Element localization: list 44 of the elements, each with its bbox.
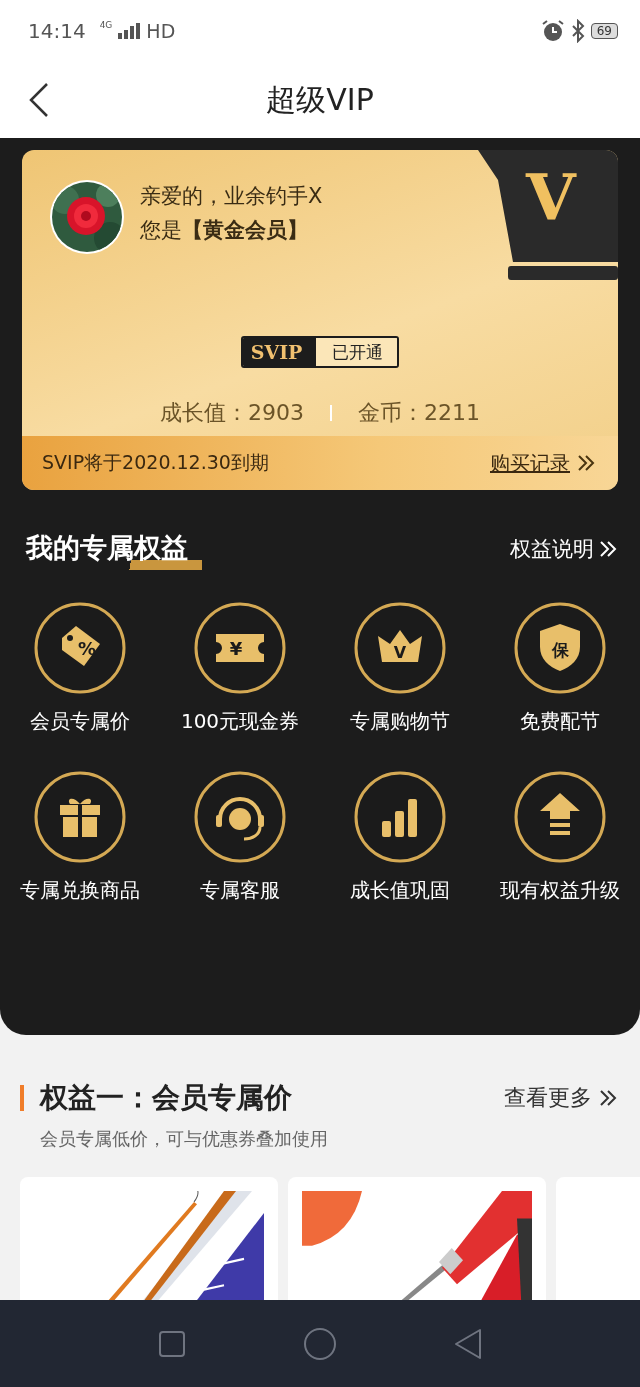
shield-icon[interactable]: 保 bbox=[514, 602, 606, 694]
coupon-icon[interactable]: ¥ bbox=[194, 602, 286, 694]
signal-icon bbox=[118, 23, 141, 39]
section-title: 权益一：会员专属价 bbox=[40, 1080, 292, 1116]
alarm-icon bbox=[540, 19, 565, 43]
benefit-label: 专属客服 bbox=[200, 877, 280, 904]
benefit-label: 会员专属价 bbox=[30, 708, 130, 735]
bars-icon[interactable] bbox=[354, 771, 446, 863]
benefit-label: 专属购物节 bbox=[350, 708, 450, 735]
benefit-label: 成长值巩固 bbox=[350, 877, 450, 904]
percent-icon[interactable]: % bbox=[34, 602, 126, 694]
crown-icon[interactable]: V bbox=[354, 602, 446, 694]
gift-icon[interactable] bbox=[34, 771, 126, 863]
back-icon[interactable] bbox=[28, 82, 50, 118]
see-more-link[interactable]: 查看更多 bbox=[504, 1083, 592, 1113]
product-card[interactable] bbox=[20, 1177, 278, 1300]
greeting-text: 亲爱的，业余钓手X bbox=[140, 183, 323, 210]
benefit-label: 100元现金券 bbox=[180, 708, 300, 735]
member-level-text: 您是【黄金会员】 bbox=[140, 217, 309, 244]
upgrade-icon[interactable] bbox=[514, 771, 606, 863]
double-chevron-icon bbox=[576, 453, 596, 473]
crown-logo: V bbox=[478, 150, 618, 280]
benefit-label: 专属兑换商品 bbox=[20, 877, 140, 904]
double-chevron-icon bbox=[598, 539, 618, 559]
network-label: 4G bbox=[99, 20, 113, 30]
home-icon[interactable] bbox=[303, 1326, 337, 1361]
double-chevron-icon bbox=[598, 1088, 618, 1108]
purchase-history-link[interactable]: 购买记录 bbox=[490, 449, 570, 477]
status-time: 14:14 bbox=[28, 19, 86, 43]
stat-text: 金币：2211 bbox=[358, 399, 480, 427]
product-card[interactable] bbox=[288, 1177, 546, 1300]
expiry-text: SVIP将于2020.12.30到期 bbox=[42, 450, 270, 475]
headset-icon[interactable] bbox=[194, 771, 286, 863]
benefit-label: 现有权益升级 bbox=[500, 877, 620, 904]
stat-text: 成长值：2903 bbox=[160, 399, 304, 427]
battery-icon: 69 bbox=[590, 23, 618, 39]
benefit-label: 免费配节 bbox=[520, 708, 600, 735]
svip-badge: SVIP 已开通 bbox=[240, 336, 400, 368]
section-subtitle: 会员专属低价，可与优惠券叠加使用 bbox=[40, 1127, 329, 1151]
hd-label: HD bbox=[146, 20, 176, 42]
bluetooth-icon bbox=[570, 19, 585, 43]
recent-apps-icon[interactable] bbox=[158, 1329, 187, 1358]
benefits-info-link[interactable]: 权益说明 bbox=[510, 535, 594, 563]
page-title: 超级VIP bbox=[266, 80, 374, 119]
